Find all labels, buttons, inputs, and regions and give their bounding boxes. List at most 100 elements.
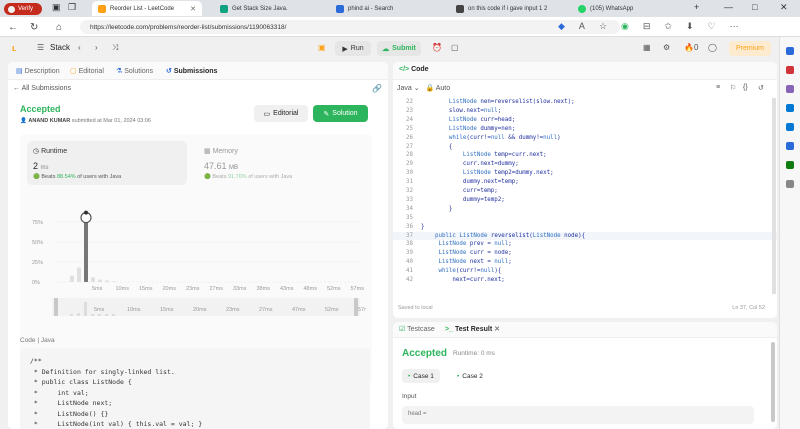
- editor-line[interactable]: 39 ListNode curr = node;: [393, 249, 512, 258]
- runtime-card[interactable]: ◷ Runtime 2 ms 🟢 Beats 88.54% of users w…: [27, 141, 187, 185]
- problem-list-icon[interactable]: ☰: [37, 43, 44, 52]
- more-menu-icon[interactable]: ⋯: [730, 21, 739, 32]
- editor-line[interactable]: 26 while(curr!=null && dummy!=null): [393, 134, 561, 143]
- range-bar: [112, 314, 115, 316]
- problem-list-title[interactable]: Stack: [50, 43, 70, 52]
- editor-line[interactable]: 24 ListNode curr=head;: [393, 116, 515, 125]
- tab-get-stack-size[interactable]: Get Stack Size Java.: [214, 1, 324, 16]
- test-result-tab[interactable]: >_ Test Result ✕: [445, 325, 500, 333]
- editor-line[interactable]: 42 next=curr.next;: [393, 276, 505, 285]
- editor-line[interactable]: 37 public ListNode reverselist(ListNode …: [393, 231, 777, 241]
- case-1-tab[interactable]: • Case 1: [402, 369, 440, 383]
- browser-essentials-icon[interactable]: ♡: [708, 21, 716, 32]
- editor-line[interactable]: 40 ListNode next = null;: [393, 258, 512, 267]
- maximize-icon[interactable]: □: [752, 2, 757, 12]
- close-tab-icon[interactable]: ✕: [190, 5, 196, 13]
- collections-icon[interactable]: ✩: [664, 21, 672, 32]
- settings-gear-icon[interactable]: ⚙: [663, 43, 670, 52]
- debug-icon[interactable]: ▣: [318, 43, 326, 52]
- editor-line[interactable]: 30 ListNode temp2=dummy.next;: [393, 169, 554, 178]
- close-window-icon[interactable]: ✕: [780, 2, 788, 13]
- editor-line[interactable]: 27 {: [393, 143, 452, 152]
- home-icon[interactable]: ⌂: [56, 22, 62, 33]
- submitted-code-block[interactable]: /** * Definition for singly-linked list.…: [20, 348, 370, 429]
- url-field[interactable]: https://leetcode.com/problems/reorder-li…: [80, 20, 620, 34]
- workspaces-icon[interactable]: ▣: [52, 2, 61, 13]
- submit-button[interactable]: ☁ Submit: [377, 41, 421, 56]
- editor-line[interactable]: 32 curr=temp;: [393, 187, 498, 196]
- add-sidebar-icon[interactable]: [786, 180, 794, 188]
- editor-line[interactable]: 31 dummy.next=temp;: [393, 178, 519, 187]
- copilot-icon[interactable]: ◉: [621, 21, 629, 32]
- reset-icon[interactable]: ↺: [758, 84, 764, 92]
- favorite-star-icon[interactable]: ☆: [599, 21, 607, 32]
- alarm-icon[interactable]: ⏰: [432, 43, 442, 52]
- shopping-icon[interactable]: [786, 66, 794, 74]
- tab-whatsapp[interactable]: (105) WhatsApp: [572, 1, 677, 16]
- refresh-icon[interactable]: ↻: [30, 22, 38, 33]
- close-icon[interactable]: ✕: [494, 326, 500, 333]
- games-icon[interactable]: [786, 104, 794, 112]
- tab-editorial[interactable]: ▢ Editorial: [70, 67, 104, 75]
- testcase-tab[interactable]: ☑ Testcase: [399, 325, 435, 333]
- author-name[interactable]: ANAND KUMAR: [28, 118, 70, 124]
- split-screen-icon[interactable]: ⊟: [643, 21, 651, 32]
- tab-submissions[interactable]: ↺ Submissions: [166, 67, 217, 75]
- drop-icon[interactable]: [786, 161, 794, 169]
- editor-line[interactable]: 28 ListNode temp=curr.next;: [393, 151, 547, 160]
- share-link-icon[interactable]: 🔗: [372, 84, 382, 93]
- editor-line[interactable]: 34 }: [393, 205, 452, 214]
- premium-button[interactable]: Premium: [729, 41, 771, 56]
- editor-line[interactable]: 38 ListNode prev = null;: [393, 240, 512, 249]
- all-submissions-link[interactable]: ← All Submissions: [13, 85, 71, 92]
- next-problem-icon[interactable]: ›: [95, 43, 98, 52]
- leetcode-logo-icon[interactable]: ʟ: [12, 43, 16, 53]
- run-button[interactable]: ▶ Run: [335, 41, 371, 56]
- editor-line[interactable]: 35: [393, 214, 421, 223]
- solution-button[interactable]: ✎ Solution: [313, 105, 368, 122]
- m365-icon[interactable]: [786, 142, 794, 150]
- tab-phind-search[interactable]: phind ai - Search: [330, 1, 445, 16]
- tools-icon[interactable]: [786, 85, 794, 93]
- notes-icon[interactable]: ▢: [451, 43, 459, 52]
- format-icon[interactable]: ≡: [716, 84, 720, 91]
- language-select[interactable]: Java ⌄ 🔒 Auto: [397, 84, 450, 92]
- runtime-distribution-chart[interactable]: 75% 50% 25% 0% 5ms 10ms 15ms 20ms 23ms 27ms 33ms 38…: [30, 196, 366, 326]
- prev-problem-icon[interactable]: ‹: [78, 43, 81, 52]
- editor-line[interactable]: 41 while(curr!=null){: [393, 267, 501, 276]
- editor-scrollbar[interactable]: [772, 98, 776, 294]
- tab-solutions[interactable]: ⚗ Solutions: [116, 67, 153, 75]
- tab-actions-icon[interactable]: ❐: [68, 2, 76, 13]
- editor-line[interactable]: 25 ListNode dummy=nen;: [393, 125, 515, 134]
- read-aloud-icon[interactable]: A: [579, 21, 585, 32]
- new-tab-button[interactable]: +: [694, 2, 699, 12]
- outlook-icon[interactable]: [786, 123, 794, 131]
- code-tab[interactable]: </> Code: [399, 66, 429, 73]
- bookmark-icon[interactable]: ⚐: [730, 84, 736, 92]
- editor-line[interactable]: 22 ListNode nen=reverselist(slow.next);: [393, 98, 575, 107]
- downloads-icon[interactable]: ⬇: [686, 21, 694, 32]
- memory-card[interactable]: ▦ Memory 47.61 MB 🟢 Beats 91.76% of user…: [202, 141, 362, 185]
- line-number: 30: [406, 170, 413, 177]
- editor-line[interactable]: 23 slow.next=null;: [393, 107, 501, 116]
- tab-reorder-list[interactable]: Reorder List - LeetCode ✕: [92, 1, 202, 16]
- case-2-tab[interactable]: • Case 2: [451, 369, 489, 383]
- editorial-button[interactable]: ▭ Editorial: [254, 105, 308, 122]
- editor-line[interactable]: 36}: [393, 223, 424, 232]
- user-avatar-icon[interactable]: ◯: [708, 43, 717, 52]
- editor-line[interactable]: 29 curr.next=dummy;: [393, 160, 519, 169]
- editor-line[interactable]: 33 dummy=temp2;: [393, 196, 505, 205]
- tab-description[interactable]: ▤ Description: [16, 67, 60, 75]
- test-scrollbar[interactable]: [771, 342, 775, 422]
- minimize-icon[interactable]: —: [724, 2, 733, 12]
- braces-icon[interactable]: {}: [743, 84, 748, 91]
- tab-on-this-code[interactable]: on this code if i gave input 1 2: [450, 1, 570, 16]
- search-icon[interactable]: [786, 47, 794, 55]
- shuffle-icon[interactable]: ⤨: [112, 43, 118, 53]
- back-arrow-icon[interactable]: ←: [8, 22, 18, 33]
- profile-verify-button[interactable]: Verify: [4, 3, 42, 15]
- layout-icon[interactable]: ▦: [643, 43, 651, 52]
- code-editor[interactable]: 22 ListNode nen=reverselist(slow.next); 2…: [393, 98, 777, 302]
- extension-icon[interactable]: ◆: [558, 21, 565, 32]
- streak-fire-icon[interactable]: 🔥0: [684, 43, 698, 52]
